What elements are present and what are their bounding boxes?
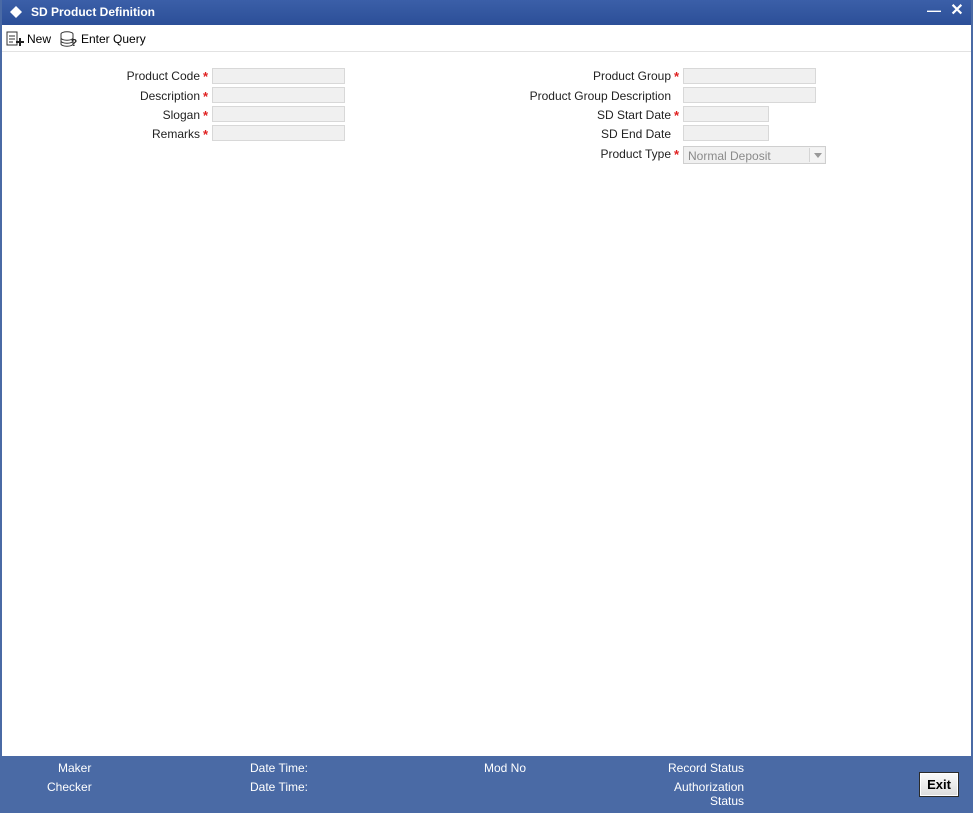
toolbar: New ? Enter Query — [2, 25, 971, 52]
exit-button[interactable]: Exit — [919, 772, 959, 797]
maker-date-time-label: Date Time: — [250, 761, 309, 775]
svg-text:?: ? — [71, 38, 77, 48]
new-document-icon — [6, 31, 24, 46]
enter-query-button-label: Enter Query — [81, 32, 146, 46]
description-field[interactable] — [212, 87, 345, 103]
authorization-status-label-line2: Status — [710, 794, 745, 808]
product-group-label: Product Group — [592, 69, 671, 83]
required-marker: * — [203, 89, 209, 104]
sd-product-definition-window: SD Product Definition — ✕ New ? Enter Qu… — [0, 0, 973, 813]
product-type-label: Product Type — [600, 147, 672, 161]
checker-label: Checker — [47, 780, 92, 794]
authorization-status-label-line1: Authorization — [674, 780, 745, 794]
diamond-icon — [10, 6, 22, 18]
new-button[interactable]: New — [6, 30, 51, 48]
product-group-field[interactable] — [683, 68, 816, 84]
enter-query-button[interactable]: ? Enter Query — [60, 30, 146, 48]
new-button-label: New — [27, 32, 52, 46]
sd-end-date-field[interactable] — [683, 125, 769, 141]
audit-footer: Maker Checker Date Time: Date Time: Mod … — [2, 756, 971, 811]
remarks-field[interactable] — [212, 125, 345, 141]
product-type-select[interactable]: Normal Deposit — [683, 146, 826, 164]
remarks-label: Remarks — [151, 127, 200, 141]
minimize-icon[interactable]: — — [927, 2, 941, 20]
title-bar: SD Product Definition — ✕ — [2, 0, 971, 25]
required-marker: * — [203, 127, 209, 142]
maker-label: Maker — [58, 761, 92, 775]
checker-date-time-label: Date Time: — [250, 780, 309, 794]
product-group-description-field[interactable] — [683, 87, 816, 103]
required-marker: * — [203, 108, 209, 123]
sd-end-date-label: SD End Date — [600, 127, 671, 141]
chevron-down-icon[interactable] — [809, 148, 824, 162]
product-code-field[interactable] — [212, 68, 345, 84]
product-code-label: Product Code — [126, 69, 200, 83]
window-title: SD Product Definition — [31, 5, 155, 19]
product-group-description-label: Product Group Description — [529, 89, 671, 103]
required-marker: * — [674, 147, 680, 162]
query-database-icon: ? — [60, 30, 77, 48]
sd-start-date-field[interactable] — [683, 106, 769, 122]
sd-start-date-label: SD Start Date — [596, 108, 671, 122]
slogan-label: Slogan — [162, 108, 200, 122]
required-marker: * — [674, 69, 680, 84]
required-marker: * — [203, 69, 209, 84]
required-marker: * — [674, 108, 680, 123]
description-label: Description — [139, 89, 200, 103]
close-icon[interactable]: ✕ — [949, 2, 965, 20]
slogan-field[interactable] — [212, 106, 345, 122]
mod-no-label: Mod No — [484, 761, 527, 775]
product-type-value: Normal Deposit — [688, 149, 771, 163]
record-status-label: Record Status — [668, 761, 745, 775]
